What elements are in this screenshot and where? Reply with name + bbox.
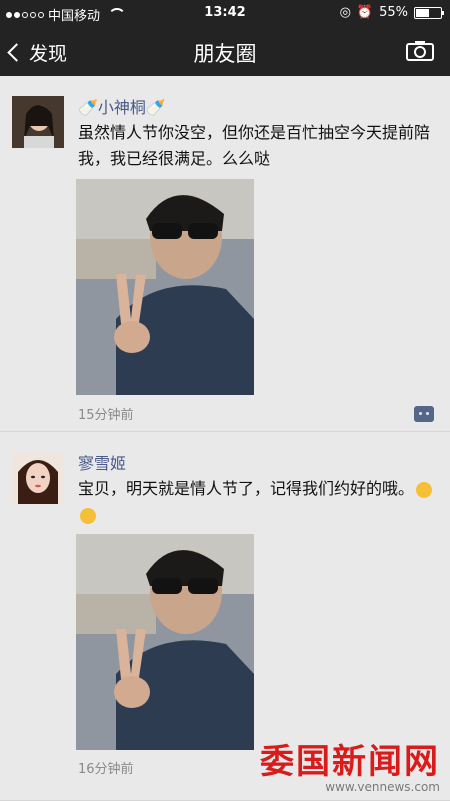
post-author[interactable]: 🍼小神桐🍼 xyxy=(78,94,166,118)
alarm-icon: ⏰ xyxy=(356,5,374,20)
watermark-url: www.vennews.com xyxy=(325,780,440,794)
post-time: 16分钟前 xyxy=(78,762,134,777)
post-photo[interactable] xyxy=(76,179,254,395)
battery-icon xyxy=(414,6,444,19)
camera-icon[interactable] xyxy=(406,40,434,61)
rotation-lock-icon: ◎ xyxy=(339,5,351,20)
moment-post: 🍼小神桐🍼 虽然情人节你没空，但你还是百忙抽空今天提前陪我，我已经很满足。么么哒… xyxy=(0,76,450,432)
avatar[interactable] xyxy=(12,452,64,504)
comment-icon[interactable] xyxy=(414,406,434,422)
status-right: ◎ ⏰ 55% xyxy=(339,5,444,20)
status-bar: 中国移动 13:42 ◎ ⏰ 55% xyxy=(0,0,450,26)
post-text: 宝贝，明天就是情人节了，记得我们约好的哦。 xyxy=(78,476,440,528)
post-author[interactable]: 寥雪姬 xyxy=(78,450,126,474)
nav-bar: 发现 朋友圈 xyxy=(0,26,450,76)
moments-feed: 🍼小神桐🍼 虽然情人节你没空，但你还是百忙抽空今天提前陪我，我已经很满足。么么哒… xyxy=(0,76,450,801)
battery-percent: 55% xyxy=(379,5,408,20)
page-title: 朋友圈 xyxy=(193,42,257,66)
post-text-main: 宝贝，明天就是情人节了，记得我们约好的哦 xyxy=(78,479,399,498)
post-text-tail: 。 xyxy=(398,479,415,498)
post-photo[interactable] xyxy=(76,534,254,750)
post-time: 15分钟前 xyxy=(78,408,134,423)
kiss-emoji-icon xyxy=(80,507,96,524)
kiss-emoji-icon xyxy=(416,481,433,498)
watermark: 委国新闻网 www.vennews.com xyxy=(260,744,440,794)
watermark-logo-text: 委国新闻网 xyxy=(260,742,440,782)
post-text: 虽然情人节你没空，但你还是百忙抽空今天提前陪我，我已经很满足。么么哒 xyxy=(78,123,431,168)
avatar[interactable] xyxy=(12,96,64,148)
